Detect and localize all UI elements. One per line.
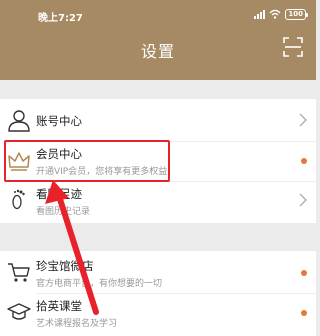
app-header: 晚上7:27 100 设置 [0,0,316,80]
row-classroom[interactable]: 拾英课堂 艺术课程报名及学习 [0,293,316,333]
graduation-cap-icon [7,303,31,320]
row-classroom-title: 拾英课堂 [36,299,82,313]
crown-icon [8,152,30,171]
chevron-right-icon [299,193,307,207]
user-icon [8,110,30,132]
row-account-center[interactable]: 账号中心 [0,101,316,141]
signal-icon [254,9,266,19]
wifi-icon [269,9,281,19]
notification-dot [301,270,307,276]
row-account-center-title: 账号中心 [36,114,82,128]
row-micro-shop-subtitle: 官方电商平台，有你想要的一切 [36,279,163,289]
row-member-center-subtitle: 开通VIP会员，您将享有更多权益 [36,167,168,177]
scan-icon[interactable] [282,36,304,58]
footprint-icon [12,189,25,210]
notification-dot [301,310,307,316]
row-member-center[interactable]: 会员中心 开通VIP会员，您将享有更多权益 [0,141,316,181]
chevron-right-icon [299,113,307,127]
cart-icon [8,263,30,282]
row-micro-shop[interactable]: 珍宝馆微店 官方电商平台，有你想要的一切 [0,253,316,293]
row-view-history-subtitle: 看图历史记录 [36,207,91,217]
page-title: 设置 [140,42,175,61]
row-view-history-title: 看图足迹 [36,187,82,201]
row-classroom-subtitle: 艺术课程报名及学习 [36,319,118,329]
row-member-center-title: 会员中心 [36,147,82,161]
row-micro-shop-title: 珍宝馆微店 [36,259,94,273]
battery-icon: 100 [285,8,308,20]
notification-dot [301,158,307,164]
status-icons: 100 [254,8,308,20]
status-time: 晚上7:27 [38,13,83,24]
settings-group-shop: 珍宝馆微店 官方电商平台，有你想要的一切 拾英课堂 艺术课程报名及学习 [0,251,316,336]
settings-group-account: 账号中心 会员中心 开通VIP会员，您将享有更多权益 看图足迹 看图历史记录 [0,99,316,223]
row-view-history[interactable]: 看图足迹 看图历史记录 [0,181,316,221]
